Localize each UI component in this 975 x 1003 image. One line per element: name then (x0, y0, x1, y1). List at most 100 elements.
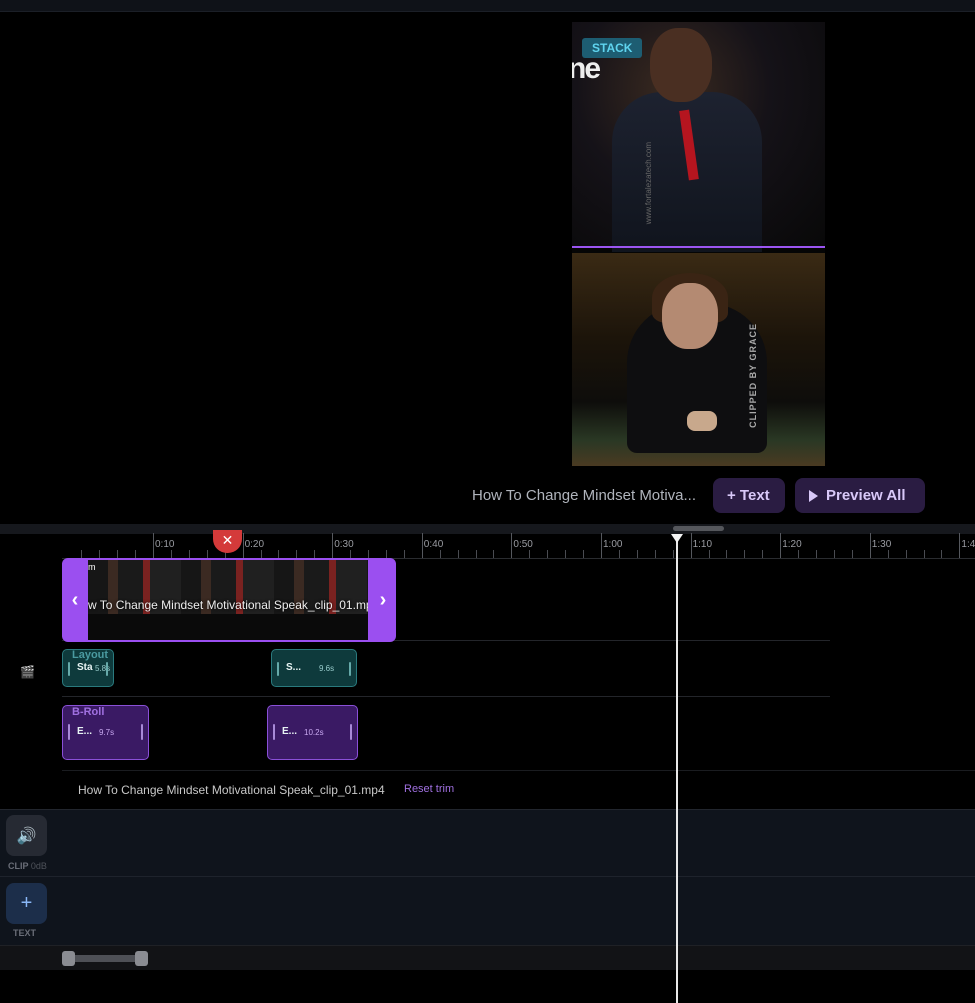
ruler-minor-tick (672, 550, 674, 558)
clip-track-label: CLIP 0dB (8, 861, 47, 871)
volume-icon: 🔊 (16, 827, 37, 845)
ruler-minor-tick (81, 550, 83, 558)
ruler-minor-tick (833, 550, 835, 558)
broll-clip-title: E... (77, 726, 93, 737)
video-preview-area (0, 12, 975, 524)
ruler-minor-tick (188, 550, 190, 558)
audio-text-tracks[interactable] (0, 809, 975, 945)
zoom-range-slider[interactable] (62, 951, 148, 966)
ruler-tick-label: 0:40 (423, 539, 444, 550)
chevron-right-icon: › (379, 588, 387, 611)
ruler-minor-tick (170, 550, 172, 558)
broll-clip[interactable]: E... 10.2s (267, 705, 358, 760)
ruler-minor-tick (547, 550, 549, 558)
ruler-minor-tick (99, 550, 101, 558)
ruler-tick-label: 0:20 (244, 539, 265, 550)
ruler-minor-tick (923, 550, 925, 558)
ruler-major-tick (242, 533, 244, 558)
ruler-minor-tick (206, 550, 208, 558)
ruler-tick-label: 1:30 (871, 539, 892, 550)
add-text-button[interactable]: + Text (713, 478, 785, 513)
zoom-handle-left[interactable] (62, 951, 75, 966)
ruler-tick-label: 1:20 (782, 539, 802, 550)
video-watermark: CLIPPED BY GRACE (748, 323, 758, 428)
preview-all-button[interactable]: Preview All (795, 478, 925, 513)
ruler-minor-tick (385, 550, 387, 558)
broll-clip-title: E... (282, 726, 298, 737)
ruler-major-tick (869, 533, 871, 558)
add-text-track-button[interactable]: + (6, 883, 47, 924)
layout-track-label: Layout (72, 649, 109, 661)
ruler-tick-label: 0:10 (155, 539, 175, 550)
ruler-minor-tick (583, 550, 585, 558)
ruler-minor-tick (493, 550, 495, 558)
zoom-handle-right[interactable] (135, 951, 148, 966)
ruler-minor-tick (439, 550, 441, 558)
video-clip-name: w To Change Mindset Motivational Speak_c… (88, 598, 368, 612)
ruler-minor-tick (618, 550, 620, 558)
ruler-major-tick (511, 533, 513, 558)
ruler-minor-tick (744, 550, 746, 558)
ruler-minor-tick (798, 550, 800, 558)
video-clip[interactable]: m w To Change Mindset Motivational Speak… (62, 558, 396, 642)
ruler-tick-label: 1:00 (603, 539, 623, 550)
video-preview-frame[interactable]: ne www.fortalezatech.com STACK CLIPPED B… (572, 22, 825, 466)
splitter-handle[interactable] (673, 526, 724, 531)
ruler-minor-tick (941, 550, 943, 558)
ruler-minor-tick (654, 550, 656, 558)
ruler-minor-tick (314, 550, 316, 558)
text-track-label: TEXT (13, 928, 37, 938)
ruler-minor-tick (135, 550, 137, 558)
ruler-tick-label: 1:4 (961, 539, 975, 550)
ruler-minor-tick (762, 550, 764, 558)
playhead-handle[interactable] (671, 534, 683, 543)
panel-splitter[interactable] (0, 524, 975, 534)
layout-clip-title: S... (286, 662, 302, 673)
reset-trim-link[interactable]: Reset trim (404, 783, 454, 795)
broll-clip-duration: 10.2s (304, 728, 324, 737)
bottom-video-panel: CLIPPED BY GRACE (572, 253, 825, 466)
play-icon (809, 489, 818, 502)
preview-all-label: Preview All (826, 487, 906, 504)
ruler-major-tick (421, 533, 423, 558)
trim-handle-left[interactable]: ‹ (62, 558, 88, 642)
timeline[interactable]: 0:10 0:20 0:30 0:40 0:50 1:00 1:10 1:20 1:30 1:4 … (0, 530, 975, 1003)
ruler-major-tick (153, 533, 154, 558)
ruler-minor-tick (457, 550, 459, 558)
ruler-minor-tick (350, 550, 352, 558)
ruler-minor-tick (529, 550, 531, 558)
ruler-minor-tick (403, 550, 405, 558)
ruler-tick-label: 0:30 (334, 539, 354, 550)
stack-divider[interactable] (572, 246, 825, 248)
broll-clip-duration: 9.7s (99, 728, 115, 737)
stack-badge: STACK (582, 38, 643, 58)
time-ruler[interactable]: 0:10 0:20 0:30 0:40 0:50 1:00 1:10 1:20 1:30 1:4 (62, 533, 975, 559)
layout-clip[interactable]: S... 9.6s (271, 649, 357, 687)
playhead-line[interactable] (676, 534, 678, 1003)
film-icon: 🎬 (20, 665, 35, 679)
trim-handle-right[interactable]: › (370, 558, 396, 642)
top-video-side-text: www.fortalezatech.com (644, 142, 653, 225)
clip-title: How To Change Mindset Motiva... (472, 487, 696, 504)
ruler-minor-tick (368, 550, 370, 558)
ruler-major-tick (601, 533, 602, 558)
ruler-minor-tick (816, 550, 818, 558)
ruler-tick-label: 0:50 (513, 539, 533, 550)
ruler-major-tick (780, 533, 782, 558)
ruler-major-tick (690, 533, 692, 558)
source-filename: How To Change Mindset Motivational Speak… (78, 783, 385, 797)
clip-audio-button[interactable]: 🔊 (6, 815, 47, 856)
ruler-minor-tick (726, 550, 728, 558)
plus-icon: + (20, 892, 33, 914)
track-divider (62, 696, 830, 697)
ruler-tick-label: 1:10 (692, 539, 713, 550)
ruler-minor-tick (475, 550, 477, 558)
top-video-panel: ne www.fortalezatech.com STACK (572, 22, 825, 252)
chevron-left-icon: ‹ (71, 588, 79, 611)
top-bar (0, 0, 975, 12)
close-icon: ✕ (221, 532, 234, 548)
ruler-minor-tick (565, 550, 567, 558)
layout-clip-title: Sta (77, 662, 93, 673)
ruler-minor-tick (905, 550, 907, 558)
add-text-label: + Text (727, 487, 770, 504)
